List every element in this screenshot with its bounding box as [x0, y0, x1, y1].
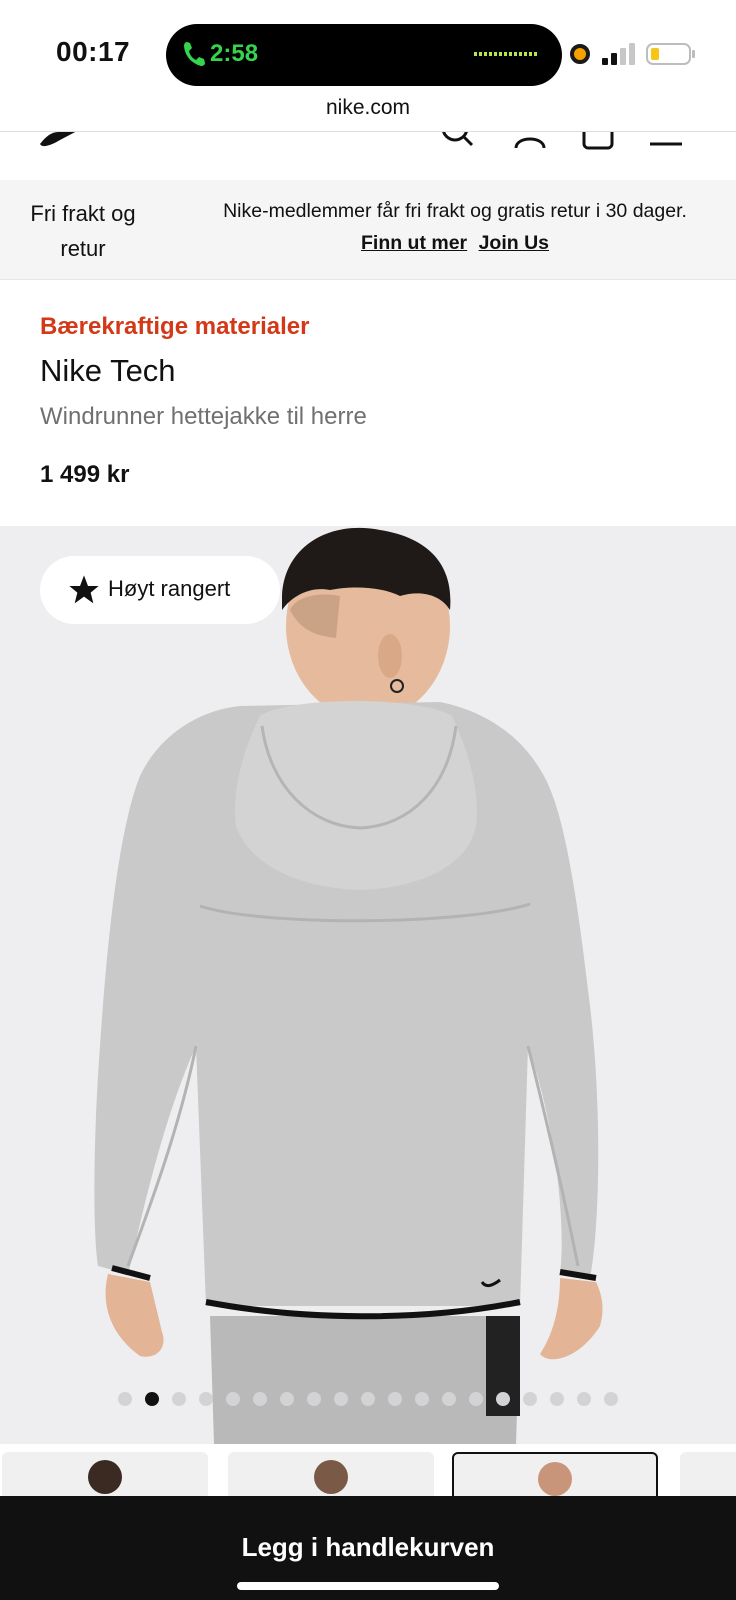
product-subtitle: Windrunner hettejakke til herre — [40, 403, 367, 430]
sustainability-label: Bærekraftige materialer — [40, 313, 310, 340]
call-indicator-pill[interactable]: 2:58 — [166, 24, 562, 86]
carousel-dot[interactable] — [442, 1392, 456, 1406]
bag-icon[interactable] — [580, 132, 616, 154]
audio-waveform-icon — [474, 52, 537, 56]
thumbnail-model-photo — [314, 1460, 348, 1494]
carousel-dot[interactable] — [604, 1392, 618, 1406]
recording-indicator-icon — [570, 44, 590, 64]
product-photo-hoodie-back — [94, 527, 603, 1444]
carousel-dot[interactable] — [199, 1392, 213, 1406]
carousel-dot[interactable] — [361, 1392, 375, 1406]
carousel-dot-active[interactable] — [145, 1392, 159, 1406]
carousel-dot[interactable] — [577, 1392, 591, 1406]
status-time: 00:17 — [56, 36, 131, 67]
promo-links: Finn ut mer Join Us — [190, 232, 720, 255]
promo-title: Fri frakt og retur — [30, 201, 136, 261]
browser-address-bar[interactable]: nike.com — [0, 92, 736, 132]
carousel-dot[interactable] — [388, 1392, 402, 1406]
carousel-pagination[interactable] — [118, 1392, 618, 1406]
carousel-dot[interactable] — [253, 1392, 267, 1406]
star-icon — [69, 575, 99, 604]
carousel-dot[interactable] — [523, 1392, 537, 1406]
url-text: nike.com — [325, 96, 411, 119]
product-title: Nike Tech — [40, 353, 176, 388]
site-header — [0, 132, 736, 180]
promo-text: Nike-medlemmer får fri frakt og gratis r… — [223, 200, 687, 222]
thumbnail-model-photo — [88, 1460, 122, 1494]
thumbnail-image[interactable] — [228, 1452, 434, 1496]
profile-icon[interactable] — [512, 132, 548, 154]
call-timer: 2:58 — [210, 40, 259, 67]
product-info: Bærekraftige materialer Nike Tech Windru… — [0, 281, 736, 526]
carousel-dot[interactable] — [469, 1392, 483, 1406]
product-price: 1 499 kr — [40, 461, 130, 488]
menu-icon[interactable] — [648, 132, 684, 154]
learn-more-link[interactable]: Finn ut mer — [361, 232, 467, 254]
badge-label: Høyt rangert — [108, 576, 231, 601]
top-rated-badge: Høyt rangert — [40, 556, 280, 624]
nike-swoosh-logo-icon[interactable] — [38, 132, 100, 150]
thumbnail-model-photo — [538, 1462, 572, 1496]
phone-icon — [184, 42, 205, 66]
carousel-dot[interactable] — [280, 1392, 294, 1406]
add-to-cart-bar: Legg i handlekurven — [0, 1496, 736, 1600]
search-icon[interactable] — [440, 132, 476, 154]
thumbnail-image[interactable] — [680, 1452, 736, 1496]
add-to-cart-button[interactable]: Legg i handlekurven — [0, 1532, 736, 1563]
shipping-promo-banner: Fri frakt og retur Nike-medlemmer får fr… — [0, 180, 736, 280]
product-image-carousel[interactable]: Høyt rangert — [0, 526, 736, 1444]
cellular-signal-icon — [602, 43, 635, 65]
carousel-dot[interactable] — [118, 1392, 132, 1406]
carousel-dot[interactable] — [415, 1392, 429, 1406]
status-bar: 00:17 2:58 — [0, 0, 736, 92]
carousel-dot[interactable] — [550, 1392, 564, 1406]
join-us-link[interactable]: Join Us — [479, 232, 549, 254]
thumbnail-image[interactable] — [2, 1452, 208, 1496]
carousel-dot[interactable] — [496, 1392, 510, 1406]
home-indicator[interactable] — [237, 1582, 499, 1590]
battery-icon — [646, 43, 695, 65]
carousel-dot[interactable] — [307, 1392, 321, 1406]
thumbnail-strip[interactable] — [0, 1450, 736, 1496]
carousel-dot[interactable] — [226, 1392, 240, 1406]
carousel-dot[interactable] — [334, 1392, 348, 1406]
carousel-dot[interactable] — [172, 1392, 186, 1406]
thumbnail-image-selected[interactable] — [452, 1452, 658, 1496]
